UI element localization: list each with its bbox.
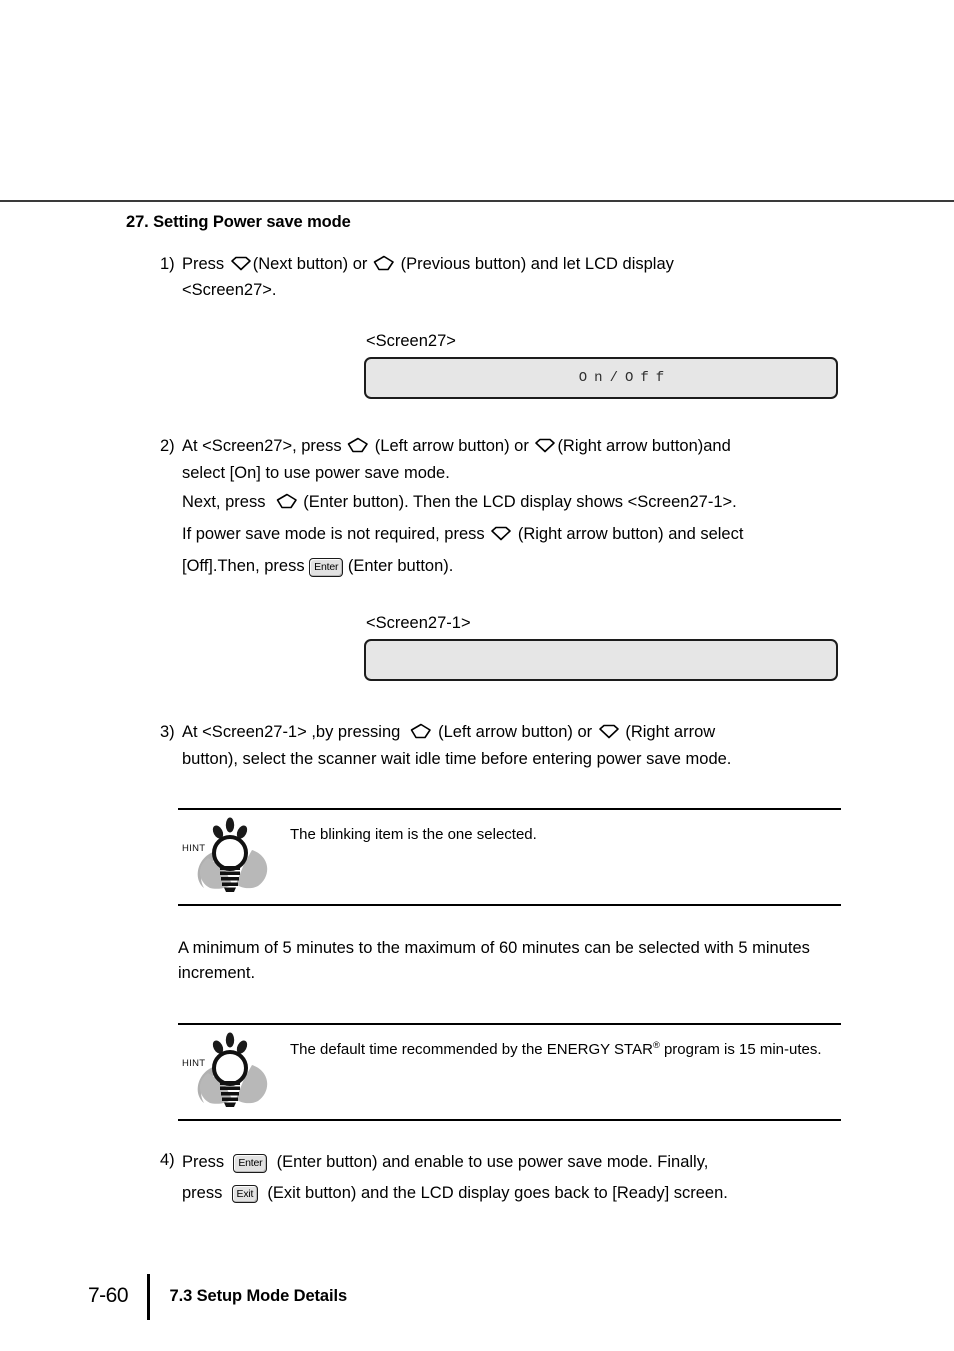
step-line: Next, press (Enter button). Then the LCD… bbox=[182, 487, 859, 518]
hint-icon-wrapper: HINT bbox=[178, 816, 290, 896]
screen-caption: <Screen27> bbox=[366, 332, 456, 351]
lcd-display-screen27-1 bbox=[364, 639, 838, 682]
step-number: 4) bbox=[160, 1151, 175, 1170]
step-4: 4) Press Enter (Enter button) and enable… bbox=[160, 1147, 859, 1208]
footer-section-title: 7.3 Setup Mode Details bbox=[169, 1286, 348, 1305]
step-text: (Right arrow bbox=[620, 723, 716, 742]
left-arrow-button-diamond-icon bbox=[410, 723, 432, 739]
page-footer: 7-60 7.3 Setup Mode Details bbox=[0, 1272, 954, 1320]
step-text: (Enter button). bbox=[343, 557, 454, 576]
step-text: (Previous button) and let LCD display bbox=[395, 254, 674, 273]
step-text: (Left arrow button) or bbox=[370, 437, 534, 456]
step-line: At <Screen27>, press (Left arrow button)… bbox=[182, 433, 859, 460]
right-arrow-button-diamond-icon bbox=[534, 438, 556, 453]
step-line: Press (Next button) or (Previous button)… bbox=[182, 251, 859, 278]
footer-page-number: 7-60 bbox=[88, 1284, 129, 1307]
step-number: 2) bbox=[160, 437, 175, 456]
step-line: Press Enter (Enter button) and enable to… bbox=[182, 1147, 859, 1178]
hint-label: HINT bbox=[182, 842, 206, 854]
enter-key-button[interactable]: Enter bbox=[309, 558, 344, 577]
step-line: <Screen27>. bbox=[182, 281, 277, 300]
hint-text-part: program is 15 min-utes. bbox=[659, 1041, 822, 1059]
step-text: At <Screen27>, press bbox=[182, 437, 347, 456]
enter-button-diamond-icon bbox=[276, 493, 298, 509]
step-line: select [On] to use power save mode. bbox=[182, 463, 450, 482]
lightbulb-icon bbox=[197, 1032, 268, 1108]
previous-button-diamond-icon bbox=[373, 255, 395, 271]
step-body: Press Enter (Enter button) and enable to… bbox=[182, 1147, 859, 1208]
step-line: At <Screen27-1> ,by pressing (Left arrow… bbox=[182, 719, 859, 746]
step-text: (Enter button). Then the LCD display sho… bbox=[298, 492, 737, 511]
step-number: 1) bbox=[160, 254, 175, 273]
step-line: press Exit (Exit button) and the LCD dis… bbox=[182, 1178, 859, 1209]
hint-label: HINT bbox=[182, 1058, 206, 1070]
step-text: (Enter button) and enable to use power s… bbox=[272, 1153, 709, 1172]
hint-text: The default time recommended by the ENER… bbox=[290, 1031, 841, 1062]
document-page: 27. Setting Power save mode 1) Press (Ne… bbox=[0, 0, 954, 1351]
step-line: button), select the scanner wait idle ti… bbox=[182, 750, 732, 769]
step-line: If power save mode is not required, pres… bbox=[182, 518, 859, 550]
step-1: 1) Press (Next button) or (Previous butt… bbox=[160, 251, 859, 304]
screen27-block: <Screen27> On/Off bbox=[0, 330, 954, 400]
hint-icon-wrapper: HINT bbox=[178, 1031, 290, 1111]
step-text: (Exit button) and the LCD display goes b… bbox=[262, 1183, 728, 1202]
hint-text: The blinking item is the one selected. bbox=[290, 816, 841, 847]
step-text: (Next button) or bbox=[252, 254, 372, 273]
step-body: Press (Next button) or (Previous button)… bbox=[182, 251, 859, 304]
step-text: press bbox=[182, 1183, 227, 1202]
step-text: Next, press bbox=[182, 492, 271, 511]
step-text: Press bbox=[182, 254, 229, 273]
step-text: (Left arrow button) or bbox=[433, 723, 597, 742]
step-text: (Right arrow button)and bbox=[557, 437, 731, 456]
enter-key-button[interactable]: Enter bbox=[233, 1154, 268, 1173]
hint-box-default-time: HINT The default time recommended by the… bbox=[178, 1023, 841, 1122]
page-content: 27. Setting Power save mode 1) Press (Ne… bbox=[0, 212, 954, 1208]
body-paragraph: A minimum of 5 minutes to the maximum of… bbox=[178, 938, 810, 982]
step-text: If power save mode is not required, pres… bbox=[182, 524, 490, 543]
screen-caption: <Screen27-1> bbox=[366, 614, 471, 633]
lcd-text: On/Off bbox=[578, 370, 672, 387]
step-line: [Off].Then, press Enter (Enter button). bbox=[182, 550, 859, 582]
step-body: At <Screen27>, press (Left arrow button)… bbox=[182, 433, 859, 582]
step-text: (Right arrow button) and select bbox=[513, 524, 744, 543]
lcd-display-screen27: On/Off bbox=[364, 357, 838, 400]
step-2: 2) At <Screen27>, press (Left arrow butt… bbox=[160, 433, 859, 582]
header-rule bbox=[0, 200, 954, 202]
hint-text-part: The blinking item is the one selected. bbox=[290, 825, 537, 843]
step-text: At <Screen27-1> ,by pressing bbox=[182, 723, 405, 742]
step-body: At <Screen27-1> ,by pressing (Left arrow… bbox=[182, 719, 859, 772]
step-number: 3) bbox=[160, 723, 175, 742]
step-3: 3) At <Screen27-1> ,by pressing (Left ar… bbox=[160, 719, 859, 772]
right-arrow-button-diamond-icon bbox=[490, 526, 512, 541]
page-title: 27. Setting Power save mode bbox=[126, 213, 351, 231]
left-arrow-button-diamond-icon bbox=[347, 437, 369, 453]
right-arrow-button-diamond-icon bbox=[598, 724, 620, 739]
step-text: Press bbox=[182, 1153, 229, 1172]
footer-divider bbox=[147, 1274, 150, 1320]
screen27-1-block: <Screen27-1> bbox=[0, 612, 954, 682]
exit-key-button[interactable]: Exit bbox=[231, 1184, 259, 1204]
next-button-diamond-icon bbox=[230, 256, 252, 271]
step-text: [Off].Then, press bbox=[182, 557, 310, 576]
hint-box-blinking-item: HINT The blinking item is the one select… bbox=[178, 807, 841, 906]
registered-mark: ® bbox=[652, 1040, 660, 1051]
hint-text-part: The default time recommended by the ENER… bbox=[290, 1041, 653, 1059]
lightbulb-icon bbox=[197, 817, 268, 892]
